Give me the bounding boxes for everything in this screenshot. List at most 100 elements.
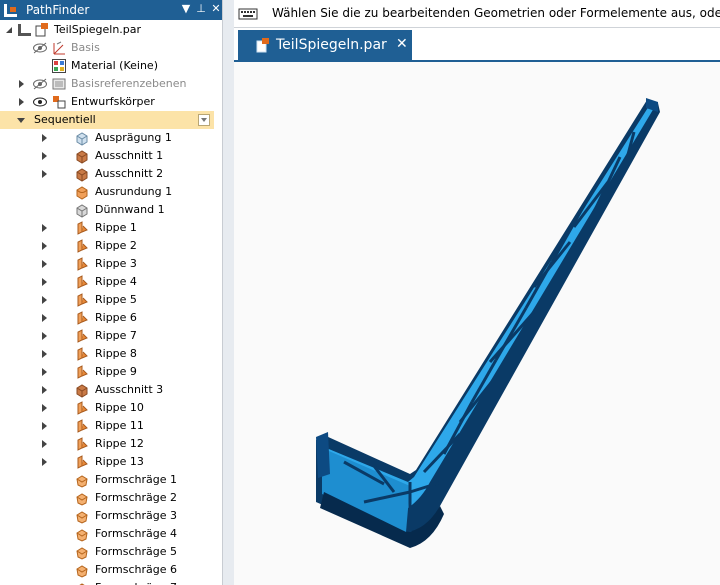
expand-arrow-icon[interactable]: [40, 440, 48, 448]
tree-item-feature[interactable]: Rippe 1: [0, 219, 214, 237]
tree-item-feature[interactable]: Formschräge 1: [0, 471, 214, 489]
filter-icon[interactable]: [198, 114, 210, 126]
tree-item-feature[interactable]: Rippe 8: [0, 345, 214, 363]
rib-feature-icon: [77, 365, 88, 379]
tree-item-label: Ausschnitt 2: [95, 167, 164, 180]
pathfinder-panel: PathFinder ▼ ⊥ ✕ TeilSpiegeln.par Basis: [0, 0, 222, 585]
tree-item-label: Rippe 1: [95, 221, 137, 234]
eye-icon[interactable]: [32, 95, 48, 109]
tree-item-label: Formschräge 6: [95, 563, 177, 576]
tree-item-feature[interactable]: Rippe 4: [0, 273, 214, 291]
tree-item-feature[interactable]: Rippe 2: [0, 237, 214, 255]
tree-item-feature[interactable]: Rippe 11: [0, 417, 214, 435]
tree-item-feature[interactable]: Rippe 13: [0, 453, 214, 471]
expand-arrow-icon[interactable]: [40, 422, 48, 430]
expand-arrow-icon[interactable]: [40, 404, 48, 412]
tree-item-feature[interactable]: Rippe 10: [0, 399, 214, 417]
keyboard-icon[interactable]: [238, 6, 258, 22]
tree-item-feature[interactable]: Rippe 3: [0, 255, 214, 273]
collapse-arrow-icon[interactable]: [5, 26, 13, 34]
rib-feature-icon: [77, 455, 88, 469]
document-tab-strip: TeilSpiegeln.par ✕: [234, 28, 720, 61]
part-model[interactable]: [234, 62, 720, 585]
tree-item-feature[interactable]: Formschräge 5: [0, 543, 214, 561]
tree-item-material[interactable]: Material (Keine): [0, 57, 214, 75]
expand-arrow-icon[interactable]: [40, 134, 48, 142]
tree-item-feature[interactable]: Ausrundung 1: [0, 183, 214, 201]
rib-feature-icon: [77, 257, 88, 271]
expand-arrow-icon[interactable]: [40, 152, 48, 160]
tree-root-label: TeilSpiegeln.par: [54, 23, 142, 36]
tree-root[interactable]: TeilSpiegeln.par: [0, 21, 214, 39]
tree-item-label: Formschräge 7: [95, 581, 177, 585]
expand-arrow-icon[interactable]: [40, 458, 48, 466]
rib-feature-icon: [77, 275, 88, 289]
hidden-eye-icon[interactable]: [32, 77, 48, 91]
rib-feature-icon: [77, 401, 88, 415]
pin-icon[interactable]: ⊥: [195, 2, 207, 16]
pathfinder-tree: TeilSpiegeln.par Basis Material (Keine): [0, 20, 222, 585]
draft-feature-icon: [76, 529, 88, 542]
tree-item-feature[interactable]: Formschräge 3: [0, 507, 214, 525]
tree-item-feature[interactable]: Rippe 12: [0, 435, 214, 453]
part-top-face: [324, 106, 654, 508]
tree-item-feature[interactable]: Formschräge 6: [0, 561, 214, 579]
rib-feature-icon: [77, 311, 88, 325]
expand-arrow-icon[interactable]: [40, 242, 48, 250]
close-tab-button[interactable]: ✕: [396, 36, 408, 52]
tree-item-label: Formschräge 3: [95, 509, 177, 522]
panel-close-button[interactable]: ✕: [210, 2, 222, 16]
tree-item-feature[interactable]: Formschräge 7: [0, 579, 214, 585]
tree-item-label: Rippe 4: [95, 275, 137, 288]
reference-plane-icon: [52, 78, 66, 90]
tree-item-feature[interactable]: Ausschnitt 3: [0, 381, 214, 399]
tree-item-basis[interactable]: Basis: [0, 39, 214, 57]
tree-item-label: Rippe 12: [95, 437, 144, 450]
expand-arrow-icon[interactable]: [40, 368, 48, 376]
pathfinder-icon: [4, 4, 17, 17]
tree-item-label: Formschräge 4: [95, 527, 177, 540]
expand-arrow-icon[interactable]: [40, 332, 48, 340]
graphics-viewport[interactable]: [234, 62, 720, 585]
tree-item-feature[interactable]: Ausschnitt 2: [0, 165, 214, 183]
panel-splitter[interactable]: [222, 0, 234, 585]
expand-arrow-icon[interactable]: [17, 98, 25, 106]
expand-arrow-icon[interactable]: [40, 296, 48, 304]
cut-feature-icon: [76, 168, 88, 182]
expand-arrow-icon[interactable]: [40, 386, 48, 394]
tree-item-feature[interactable]: Formschräge 4: [0, 525, 214, 543]
tree-item-label: Rippe 6: [95, 311, 137, 324]
tree-item-feature[interactable]: Ausprägung 1: [0, 129, 214, 147]
tree-item-design-body[interactable]: Entwurfskörper: [0, 93, 214, 111]
expand-arrow-icon[interactable]: [40, 278, 48, 286]
rib-feature-icon: [77, 221, 88, 235]
rib-feature-icon: [77, 437, 88, 451]
tree-item-feature[interactable]: Ausschnitt 1: [0, 147, 214, 165]
tree-item-feature[interactable]: Dünnwand 1: [0, 201, 214, 219]
tree-item-sequential[interactable]: Sequentiell: [0, 111, 214, 129]
tree-item-feature[interactable]: Rippe 6: [0, 309, 214, 327]
document-tab[interactable]: TeilSpiegeln.par ✕: [238, 30, 412, 61]
draft-feature-icon: [76, 565, 88, 578]
tree-item-label: Basisreferenzebenen: [71, 77, 187, 90]
prompt-bar: Wählen Sie die zu bearbeitenden Geometri…: [234, 0, 720, 28]
draft-feature-icon: [76, 547, 88, 560]
expand-arrow-icon[interactable]: [40, 314, 48, 322]
expand-arrow-icon[interactable]: [40, 170, 48, 178]
tree-item-feature[interactable]: Rippe 9: [0, 363, 214, 381]
part-end-wall: [316, 432, 330, 478]
panel-dropdown-button[interactable]: ▼: [180, 2, 192, 16]
expand-arrow-icon[interactable]: [40, 224, 48, 232]
tree-item-ref-planes[interactable]: Basisreferenzebenen: [0, 75, 214, 93]
collapse-arrow-icon[interactable]: [17, 116, 25, 124]
hidden-eye-icon[interactable]: [32, 41, 48, 55]
tree-item-label: Ausprägung 1: [95, 131, 172, 144]
prompt-text: Wählen Sie die zu bearbeitenden Geometri…: [272, 6, 720, 20]
tree-item-feature[interactable]: Rippe 5: [0, 291, 214, 309]
expand-arrow-icon[interactable]: [17, 80, 25, 88]
tree-item-feature[interactable]: Formschräge 2: [0, 489, 214, 507]
expand-arrow-icon[interactable]: [40, 350, 48, 358]
tree-item-feature[interactable]: Rippe 7: [0, 327, 214, 345]
expand-arrow-icon[interactable]: [40, 260, 48, 268]
tree-item-label: Rippe 2: [95, 239, 137, 252]
